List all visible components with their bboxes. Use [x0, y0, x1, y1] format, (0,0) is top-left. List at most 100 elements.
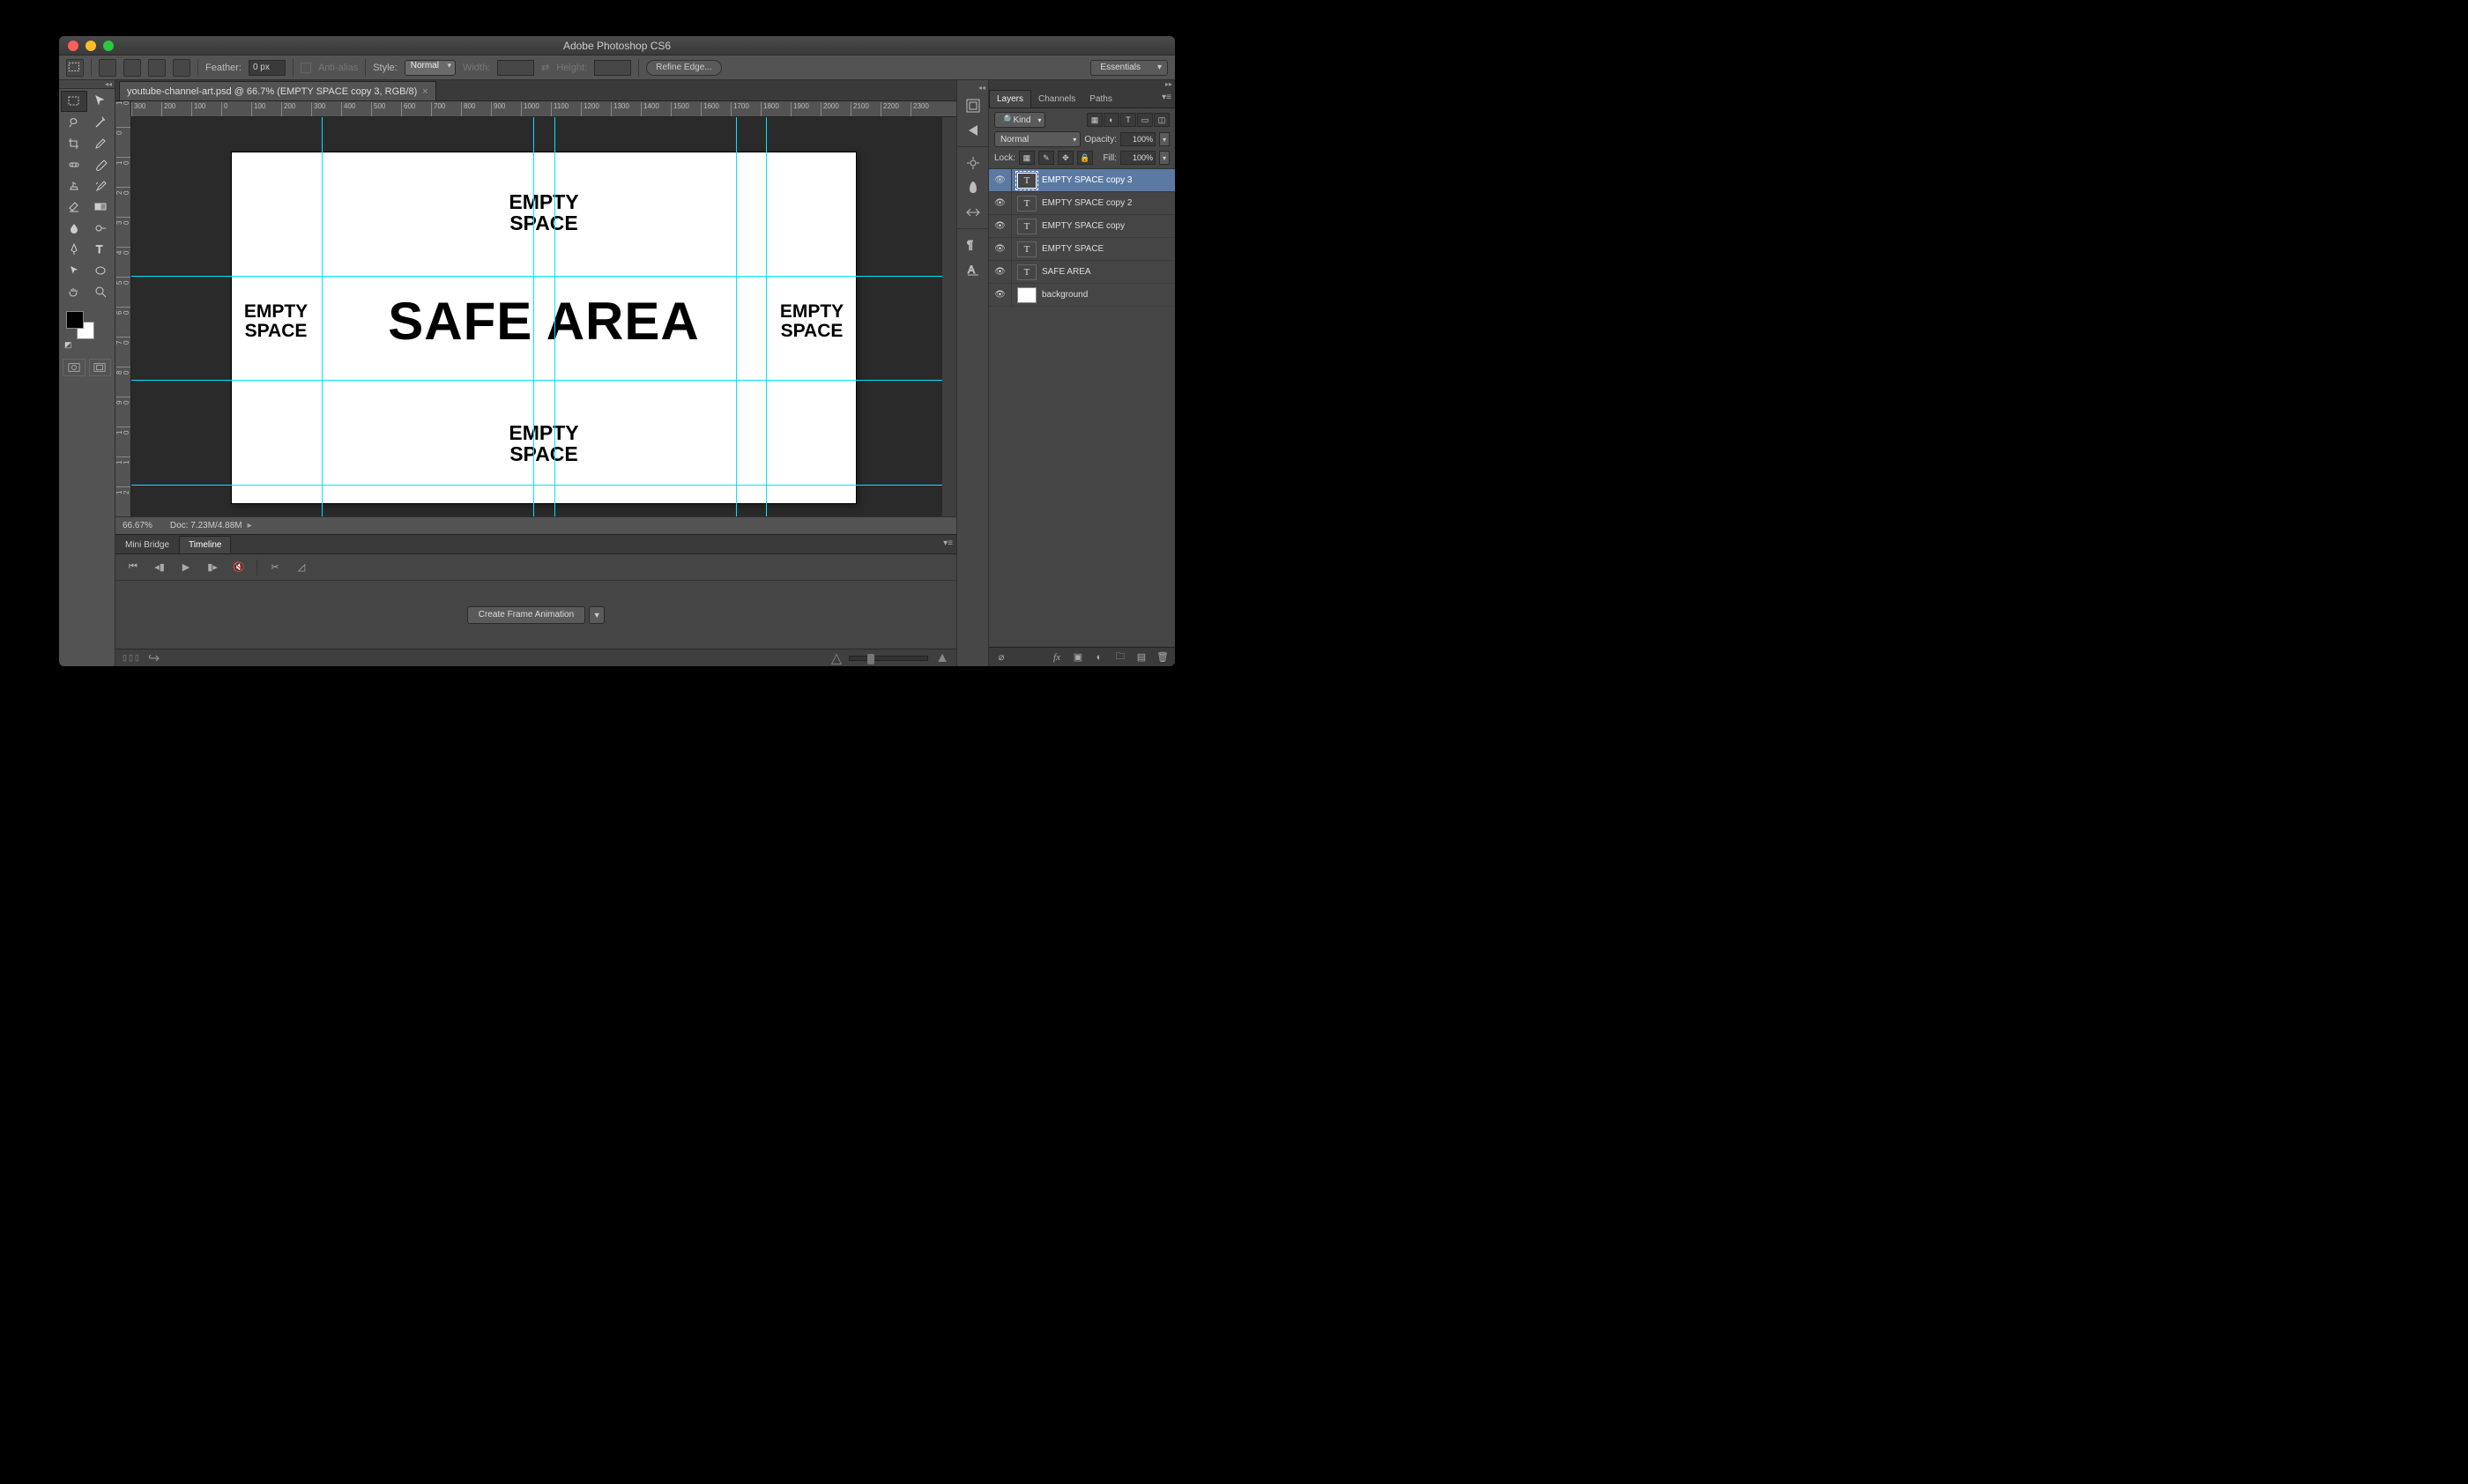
guide-v[interactable]	[766, 117, 767, 516]
paragraph-panel-icon[interactable]: ¶	[961, 234, 985, 256]
timeline-convert-icon[interactable]: ↪	[148, 649, 160, 667]
brush-panel-icon[interactable]	[961, 176, 985, 199]
color-swatches[interactable]: ◩	[63, 309, 111, 350]
tab-layers[interactable]: Layers	[989, 90, 1031, 108]
scissors-icon[interactable]: ✂	[266, 560, 284, 575]
layer-row[interactable]: 👁TEMPTY SPACE	[989, 238, 1175, 261]
eraser-tool[interactable]	[61, 197, 87, 218]
quickmask-icon[interactable]	[63, 359, 85, 376]
vertical-ruler[interactable]: 1 0 001 0 02 0 03 0 04 0 05 0 06 0 07 0 …	[115, 101, 131, 516]
guide-h[interactable]	[131, 380, 956, 381]
lock-all-icon[interactable]: 🔒	[1077, 151, 1093, 165]
horizontal-ruler[interactable]: 3002001000100200300400500600700800900100…	[131, 101, 956, 117]
foreground-color-swatch[interactable]	[66, 311, 84, 329]
layer-thumbnail[interactable]: T	[1017, 196, 1037, 211]
layer-thumbnail[interactable]	[1017, 287, 1037, 303]
new-group-icon[interactable]: 🗀	[1113, 649, 1127, 665]
layer-thumbnail[interactable]: T	[1017, 264, 1037, 280]
history-brush-tool[interactable]	[87, 175, 114, 197]
layer-name[interactable]: EMPTY SPACE copy	[1042, 221, 1175, 231]
feather-input[interactable]	[249, 60, 286, 76]
layer-row[interactable]: 👁 background	[989, 284, 1175, 307]
guide-v[interactable]	[736, 117, 737, 516]
create-frame-animation-button[interactable]: Create Frame Animation	[467, 606, 585, 624]
layer-name[interactable]: EMPTY SPACE copy 2	[1042, 198, 1175, 208]
guide-h[interactable]	[131, 276, 956, 277]
opacity-scrubber-icon[interactable]: ▾	[1159, 132, 1170, 146]
fill-input[interactable]	[1120, 151, 1156, 165]
dodge-tool[interactable]	[87, 218, 114, 239]
lock-transparency-icon[interactable]: ▦	[1019, 151, 1035, 165]
lock-position-icon[interactable]: ✥	[1058, 151, 1074, 165]
blur-tool[interactable]	[61, 218, 87, 239]
actions-panel-icon[interactable]	[961, 119, 985, 142]
layer-mask-icon[interactable]: ▣	[1071, 651, 1085, 663]
visibility-toggle-icon[interactable]: 👁	[989, 284, 1012, 306]
panel-menu-icon[interactable]: ▾≡	[1162, 93, 1171, 102]
tab-channels[interactable]: Channels	[1031, 90, 1082, 108]
next-frame-icon[interactable]: ▮▸	[204, 560, 221, 575]
filter-pixel-icon[interactable]: ▦	[1087, 113, 1103, 127]
screen-mode-icon[interactable]	[89, 359, 112, 376]
layer-row[interactable]: 👁TEMPTY SPACE copy	[989, 215, 1175, 238]
history-panel-icon[interactable]	[961, 94, 985, 117]
visibility-toggle-icon[interactable]: 👁	[989, 215, 1012, 237]
clone-source-panel-icon[interactable]	[961, 201, 985, 224]
filter-adjust-icon[interactable]: ◐	[1104, 113, 1119, 127]
timeline-zoom-slider[interactable]	[849, 656, 928, 661]
transition-icon[interactable]: ◿	[293, 560, 310, 575]
create-frame-dropdown[interactable]: ▼	[589, 606, 605, 624]
eyedropper-tool[interactable]	[87, 133, 114, 154]
style-select[interactable]: Normal	[405, 60, 456, 76]
healing-brush-tool[interactable]	[61, 154, 87, 175]
visibility-toggle-icon[interactable]: 👁	[989, 261, 1012, 283]
tab-mini-bridge[interactable]: Mini Bridge	[115, 536, 179, 553]
filter-shape-icon[interactable]: ▭	[1137, 113, 1153, 127]
move-tool[interactable]	[87, 91, 114, 112]
pen-tool[interactable]	[61, 239, 87, 260]
workspace-switcher[interactable]: Essentials	[1090, 60, 1168, 76]
selection-subtract-icon[interactable]	[148, 59, 166, 77]
guide-v[interactable]	[322, 117, 323, 516]
tool-preset-picker[interactable]	[66, 59, 84, 77]
layer-name[interactable]: EMPTY SPACE	[1042, 244, 1175, 254]
shape-tool[interactable]	[87, 260, 114, 281]
close-tab-icon[interactable]: ×	[422, 86, 427, 97]
layer-row[interactable]: 👁 T SAFE AREA	[989, 261, 1175, 284]
tab-paths[interactable]: Paths	[1082, 90, 1119, 108]
doc-size[interactable]: Doc: 7.23M/4.88M	[170, 521, 242, 531]
type-tool[interactable]: T	[87, 239, 114, 260]
status-flyout-icon[interactable]: ▸	[248, 521, 252, 531]
selection-add-icon[interactable]	[123, 59, 141, 77]
adjustment-layer-icon[interactable]: ◐	[1092, 652, 1106, 663]
refine-edge-button[interactable]: Refine Edge...	[646, 60, 721, 76]
layer-name[interactable]: SAFE AREA	[1042, 267, 1175, 277]
blend-mode-select[interactable]: Normal	[994, 131, 1081, 147]
selection-new-icon[interactable]	[99, 59, 116, 77]
zoom-level[interactable]: 66.67%	[123, 521, 152, 531]
dock-collapse-icon[interactable]: ◂◂	[957, 84, 988, 93]
layer-row[interactable]: 👁 T EMPTY SPACE copy 2	[989, 192, 1175, 215]
layer-filter-select[interactable]: 🔎Kind	[994, 112, 1045, 128]
canvas[interactable]: EMPTY SPACE EMPTY SPACE EMPTY SPACE EMPT…	[131, 117, 956, 516]
visibility-toggle-icon[interactable]: 👁	[989, 238, 1012, 260]
lock-pixels-icon[interactable]: ✎	[1038, 151, 1054, 165]
layer-name[interactable]: background	[1042, 290, 1175, 300]
first-frame-icon[interactable]: ⏮	[124, 560, 142, 575]
layer-fx-icon[interactable]: fx	[1050, 652, 1064, 663]
guide-h[interactable]	[131, 485, 956, 486]
prev-frame-icon[interactable]: ◂▮	[151, 560, 168, 575]
zoom-tool[interactable]	[87, 281, 114, 302]
visibility-toggle-icon[interactable]: 👁	[989, 169, 1012, 191]
crop-tool[interactable]	[61, 133, 87, 154]
vertical-scrollbar[interactable]	[942, 117, 956, 516]
filter-smart-icon[interactable]: ◫	[1154, 113, 1170, 127]
document-tab[interactable]: youtube-channel-art.psd @ 66.7% (EMPTY S…	[119, 81, 436, 100]
tools-collapse-icon[interactable]: ◂◂	[59, 80, 115, 89]
visibility-toggle-icon[interactable]: 👁	[989, 192, 1012, 214]
default-colors-icon[interactable]: ◩	[64, 340, 72, 350]
layer-thumbnail[interactable]: T	[1017, 173, 1037, 189]
new-layer-icon[interactable]: ▤	[1134, 651, 1149, 663]
play-icon[interactable]: ▶	[177, 560, 195, 575]
panel-menu-icon[interactable]: ▾≡	[943, 538, 953, 548]
